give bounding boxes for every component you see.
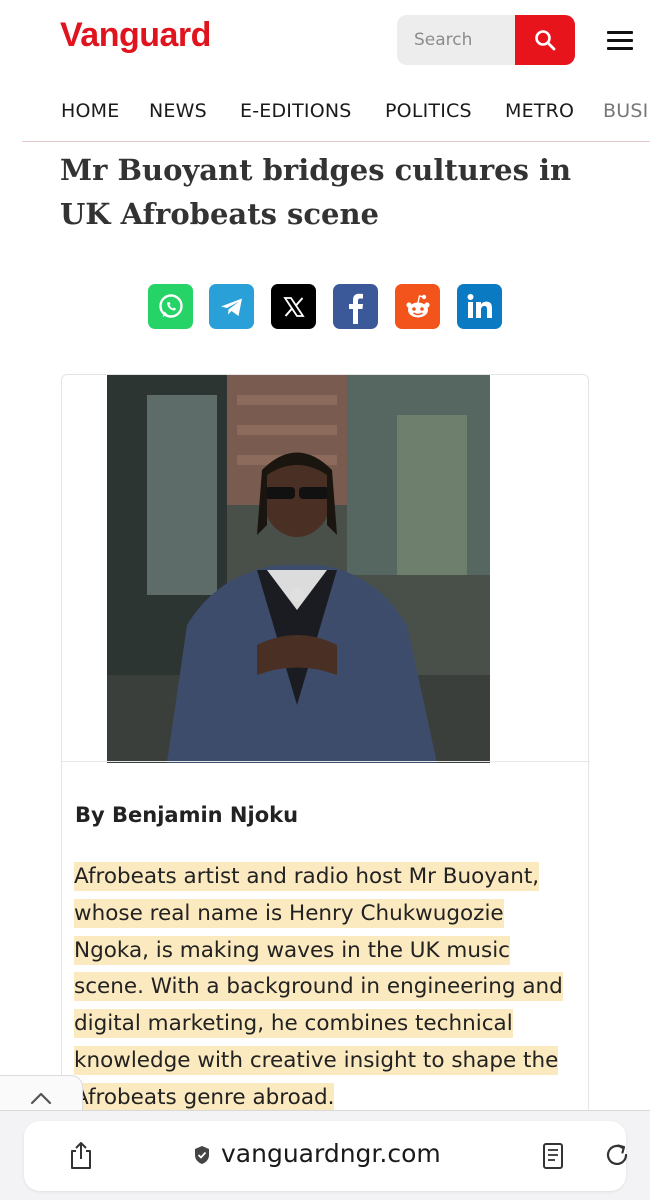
search-icon: [535, 30, 556, 51]
facebook-share-button[interactable]: [333, 284, 378, 329]
article-photo: [107, 375, 490, 763]
search-input[interactable]: [397, 15, 515, 65]
linkedin-share-button[interactable]: [457, 284, 502, 329]
x-share-button[interactable]: [271, 284, 316, 329]
photo-divider: [62, 761, 590, 762]
article-byline: By Benjamin Njoku: [75, 803, 299, 827]
whatsapp-share-button[interactable]: [148, 284, 193, 329]
site-header: Vanguard: [0, 0, 650, 80]
nav-item-news[interactable]: NEWS: [149, 100, 207, 122]
photo-illustration: [107, 375, 490, 763]
main-nav: HOME NEWS E-EDITIONS POLITICS METRO BUSI: [0, 90, 650, 134]
search-box: [397, 15, 575, 65]
article-card: By Benjamin Njoku Afrobeats artist and r…: [61, 374, 590, 1134]
secure-shield-icon: [195, 1146, 209, 1164]
reader-mode-icon[interactable]: [542, 1142, 564, 1170]
linkedin-icon: [467, 293, 492, 318]
nav-item-home[interactable]: HOME: [61, 100, 119, 122]
browser-toolbar: vanguardngr.com: [0, 1110, 650, 1200]
whatsapp-icon: [158, 293, 183, 318]
search-button[interactable]: [515, 15, 575, 65]
reddit-share-button[interactable]: [395, 284, 440, 329]
nav-item-business[interactable]: BUSI: [603, 100, 648, 122]
nav-item-metro[interactable]: METRO: [505, 100, 574, 122]
nav-divider: [22, 141, 650, 142]
reddit-icon: [405, 294, 430, 317]
hamburger-menu-icon[interactable]: [603, 28, 637, 54]
facebook-icon: [348, 293, 363, 324]
x-icon: [282, 296, 305, 317]
url-text: vanguardngr.com: [221, 1139, 441, 1168]
nav-item-e-editions[interactable]: E-EDITIONS: [240, 100, 352, 122]
article-title: Mr Buoyant bridges cultures in UK Afrobe…: [60, 153, 572, 231]
site-logo[interactable]: Vanguard: [60, 16, 211, 55]
nav-item-politics[interactable]: POLITICS: [385, 100, 472, 122]
telegram-share-button[interactable]: [209, 284, 254, 329]
highlighted-paragraph: Afrobeats artist and radio host Mr Buoya…: [74, 862, 563, 1112]
article-body: Afrobeats artist and radio host Mr Buoya…: [74, 859, 574, 1117]
telegram-icon: [220, 298, 242, 316]
share-icon[interactable]: [67, 1141, 95, 1171]
reload-icon[interactable]: [604, 1142, 630, 1168]
address-bar[interactable]: vanguardngr.com: [24, 1121, 628, 1191]
chevron-up-icon: [30, 1092, 52, 1105]
